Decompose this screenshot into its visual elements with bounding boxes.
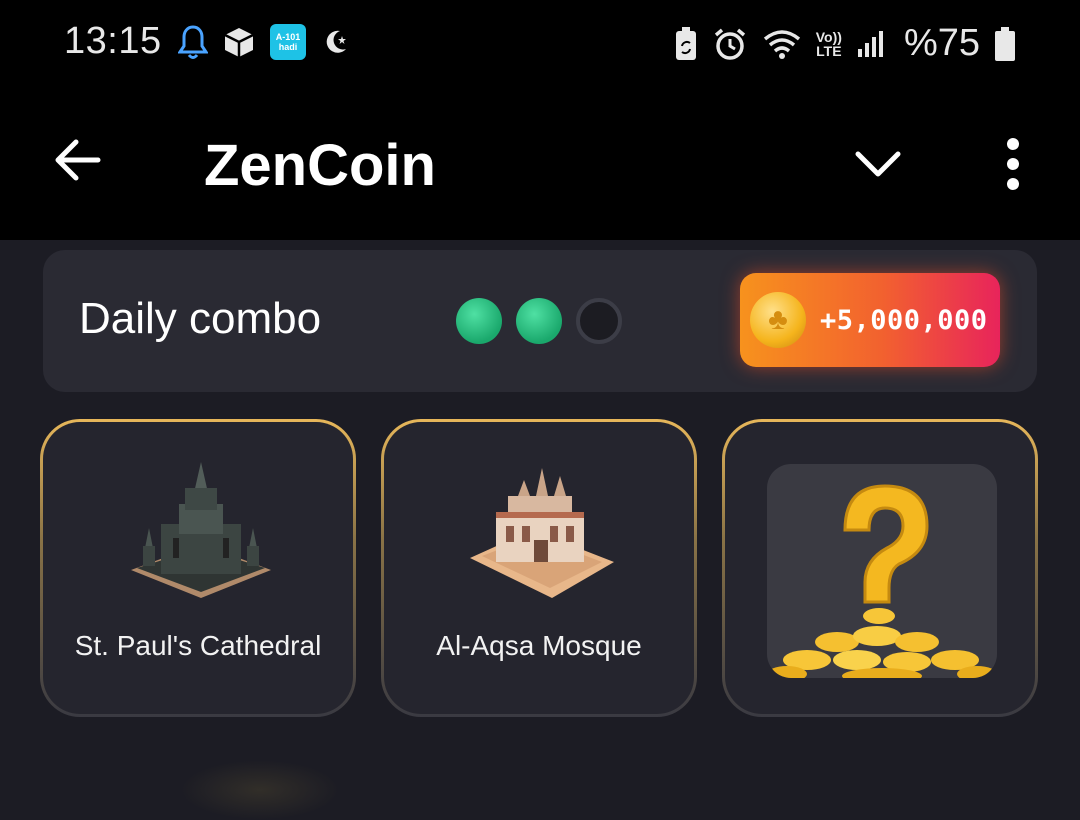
decorative-glow [180,760,340,820]
more-vertical-icon [1007,138,1019,190]
wifi-icon [762,28,802,60]
a101-label-bottom: hadi [278,42,298,52]
combo-card-al-aqsa-mosque[interactable]: Al-Aqsa Mosque [381,419,697,717]
volte-label-bottom: LTE [816,42,842,59]
signal-icon [856,29,886,59]
package-icon [222,25,256,59]
arrow-left-icon [55,139,101,181]
coin-icon: ♣ [750,292,806,348]
combo-card-label: Al-Aqsa Mosque [436,630,642,661]
status-bar: 13:15 A-101 hadi Vo)) LTE %75 [0,0,1080,90]
combo-card-st-pauls-cathedral[interactable]: St. Paul's Cathedral [40,419,356,717]
battery-icon [994,26,1016,62]
combo-progress-dot [456,298,502,344]
combo-progress-dots [456,298,622,344]
app-bar: ZenCoin [0,90,1080,240]
more-menu-button[interactable] [996,136,1030,192]
cathedral-image [131,462,271,598]
combo-card-mystery[interactable] [722,419,1038,717]
bell-icon [178,24,208,60]
combo-card-label: St. Paul's Cathedral [74,630,322,661]
status-left-icons: A-101 hadi [178,24,350,60]
status-right-icons: Vo)) LTE %75 [674,22,1016,65]
mystery-coins-image [767,464,997,678]
alarm-icon [712,26,748,62]
daily-combo-title: Daily combo [79,294,322,343]
status-time: 13:15 [64,20,162,62]
combo-progress-dot [576,298,622,344]
a101-label-top: A-101 [275,32,301,42]
moon-star-icon [320,27,350,57]
question-mark-icon [767,484,997,678]
volte-label-top: Vo)) [815,28,842,45]
volte-icon: Vo)) LTE [816,30,842,58]
combo-progress-dot [516,298,562,344]
back-button[interactable] [52,134,104,186]
collapse-button[interactable] [852,144,904,184]
combo-reward-amount: +5,000,000 [820,304,988,336]
combo-reward-badge[interactable]: ♣ +5,000,000 [740,273,1000,367]
page-title: ZenCoin [204,133,436,198]
mosque-image [470,468,614,598]
daily-combo-card: Daily combo ♣ +5,000,000 [43,250,1037,392]
battery-saver-icon [674,26,698,62]
a101-app-icon: A-101 hadi [270,24,306,60]
chevron-down-icon [855,151,901,177]
battery-percent: %75 [903,22,980,64]
